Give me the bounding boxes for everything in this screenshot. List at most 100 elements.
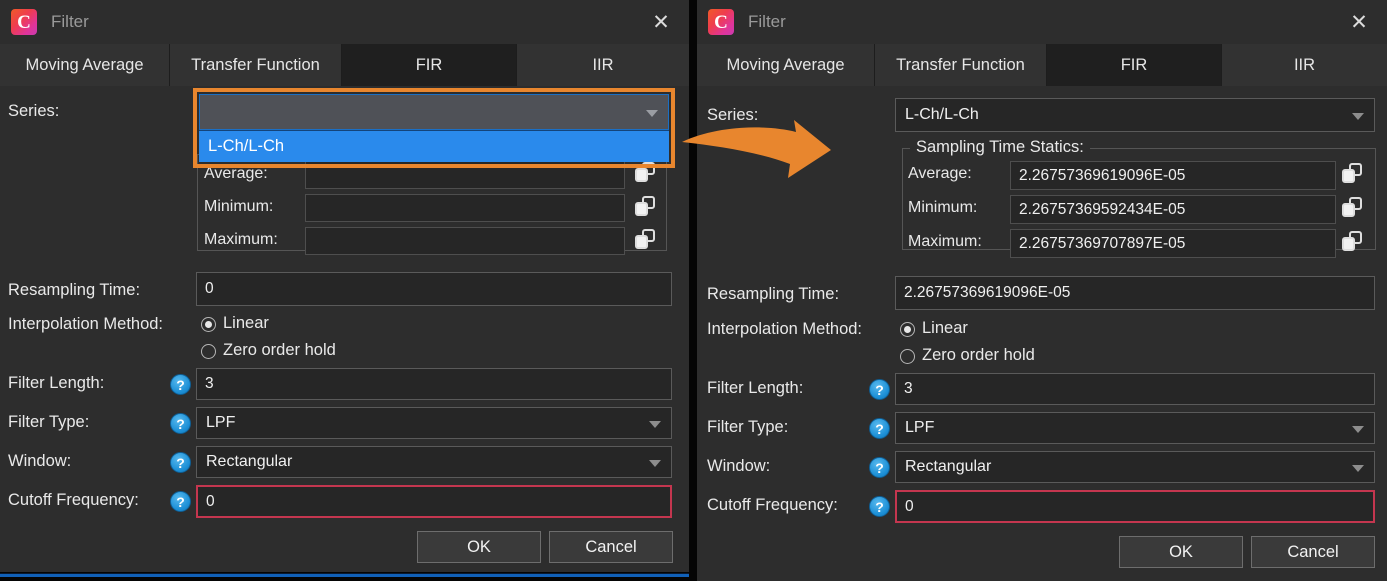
tab-moving-average[interactable]: Moving Average	[697, 44, 875, 86]
tab-bar: Moving Average Transfer Function FIR IIR	[0, 44, 689, 86]
window-label: Window:	[8, 452, 72, 470]
chevron-down-icon[interactable]	[649, 421, 661, 428]
series-value: L-Ch/L-Ch	[905, 106, 979, 123]
window-value: Rectangular	[206, 453, 293, 470]
ok-button[interactable]: OK	[417, 531, 541, 563]
filter-type-combobox[interactable]: LPF	[196, 407, 672, 439]
average-label: Average:	[204, 165, 268, 182]
radio-zero-order-hold-label[interactable]: Zero order hold	[223, 341, 336, 360]
help-icon-cutoff-frequency[interactable]: ?	[869, 496, 890, 517]
tab-fir[interactable]: FIR	[1047, 44, 1222, 86]
resampling-time-input[interactable]: 2.26757369619096E-05	[895, 276, 1375, 310]
filter-type-value: LPF	[905, 419, 935, 436]
help-icon-cutoff-frequency[interactable]: ?	[170, 491, 191, 512]
app-logo-icon: C	[708, 9, 734, 35]
average-field[interactable]	[305, 161, 625, 189]
cancel-button[interactable]: Cancel	[549, 531, 673, 563]
minimum-field[interactable]	[305, 194, 625, 222]
interpolation-method-label: Interpolation Method:	[707, 320, 863, 338]
filter-length-input[interactable]: 3	[196, 368, 672, 400]
filter-type-combobox[interactable]: LPF	[895, 412, 1375, 444]
filter-type-value: LPF	[206, 414, 236, 431]
radio-zero-order-hold[interactable]	[201, 344, 216, 359]
window-label: Window:	[707, 457, 771, 475]
ok-button[interactable]: OK	[1119, 536, 1243, 568]
chevron-down-icon[interactable]	[649, 460, 661, 467]
cutoff-frequency-input[interactable]: 0	[895, 490, 1375, 523]
radio-zero-order-hold-label[interactable]: Zero order hold	[922, 346, 1035, 365]
window-bottom-edge	[0, 573, 689, 577]
radio-linear-label[interactable]: Linear	[223, 314, 269, 333]
window-title: Filter	[51, 12, 89, 31]
maximum-field[interactable]	[305, 227, 625, 255]
average-label: Average:	[908, 165, 972, 182]
filter-type-label: Filter Type:	[707, 418, 789, 436]
tab-transfer-function[interactable]: Transfer Function	[170, 44, 342, 86]
window-title: Filter	[748, 12, 786, 31]
tab-transfer-function[interactable]: Transfer Function	[875, 44, 1047, 86]
maximum-label: Maximum:	[908, 233, 982, 250]
window-value: Rectangular	[905, 458, 992, 475]
series-label: Series:	[8, 102, 60, 120]
series-combobox-open[interactable]	[199, 94, 669, 130]
cutoff-frequency-label: Cutoff Frequency:	[8, 491, 139, 509]
interpolation-method-label: Interpolation Method:	[8, 315, 164, 333]
copy-icon-minimum[interactable]	[1342, 197, 1362, 217]
dialog-body: Series: Average: Minimum: Maximum: Resam…	[0, 86, 689, 572]
average-field[interactable]: 2.26757369619096E-05	[1010, 161, 1336, 190]
copy-icon-average[interactable]	[1342, 163, 1362, 183]
minimum-label: Minimum:	[204, 198, 274, 215]
sampling-time-statics-label: Sampling Time Statics:	[910, 138, 1090, 157]
cutoff-frequency-label: Cutoff Frequency:	[707, 496, 838, 514]
tab-iir[interactable]: IIR	[517, 44, 689, 86]
filter-length-label: Filter Length:	[8, 374, 105, 392]
help-icon-filter-type[interactable]: ?	[869, 418, 890, 439]
maximum-field[interactable]: 2.26757369707897E-05	[1010, 229, 1336, 258]
resampling-time-label: Resampling Time:	[8, 281, 141, 299]
help-icon-filter-length[interactable]: ?	[170, 374, 191, 395]
series-option-l-ch[interactable]: L-Ch/L-Ch	[199, 130, 669, 162]
help-icon-filter-type[interactable]: ?	[170, 413, 191, 434]
title-bar: C Filter ✕	[697, 0, 1387, 44]
minimum-label: Minimum:	[908, 199, 978, 216]
chevron-down-icon[interactable]	[1352, 113, 1364, 120]
tab-moving-average[interactable]: Moving Average	[0, 44, 170, 86]
cutoff-frequency-input[interactable]: 0	[196, 485, 672, 518]
resampling-time-input[interactable]: 0	[196, 272, 672, 306]
help-icon-window[interactable]: ?	[869, 457, 890, 478]
tab-iir[interactable]: IIR	[1222, 44, 1387, 86]
close-icon[interactable]: ✕	[633, 0, 689, 44]
radio-linear-label[interactable]: Linear	[922, 319, 968, 338]
screenshot-root: C Filter ✕ Moving Average Transfer Funct…	[0, 0, 1387, 581]
radio-linear[interactable]	[900, 322, 915, 337]
filter-type-label: Filter Type:	[8, 413, 90, 431]
copy-icon-average[interactable]	[635, 162, 655, 182]
tab-bar: Moving Average Transfer Function FIR IIR	[697, 44, 1387, 86]
tab-fir[interactable]: FIR	[342, 44, 517, 86]
window-combobox[interactable]: Rectangular	[895, 451, 1375, 483]
chevron-down-icon[interactable]	[1352, 426, 1364, 433]
series-combobox[interactable]: L-Ch/L-Ch	[895, 98, 1375, 132]
filter-dialog-after: C Filter ✕ Moving Average Transfer Funct…	[697, 0, 1387, 581]
copy-icon-maximum[interactable]	[635, 229, 655, 249]
radio-linear[interactable]	[201, 317, 216, 332]
window-combobox[interactable]: Rectangular	[196, 446, 672, 478]
copy-icon-maximum[interactable]	[1342, 231, 1362, 251]
help-icon-window[interactable]: ?	[170, 452, 191, 473]
maximum-label: Maximum:	[204, 231, 278, 248]
filter-length-input[interactable]: 3	[895, 373, 1375, 405]
chevron-down-icon[interactable]	[1352, 465, 1364, 472]
filter-length-label: Filter Length:	[707, 379, 804, 397]
close-icon[interactable]: ✕	[1331, 0, 1387, 44]
chevron-down-icon[interactable]	[646, 110, 658, 117]
resampling-time-label: Resampling Time:	[707, 285, 840, 303]
minimum-field[interactable]: 2.26757369592434E-05	[1010, 195, 1336, 224]
radio-zero-order-hold[interactable]	[900, 349, 915, 364]
cancel-button[interactable]: Cancel	[1251, 536, 1375, 568]
filter-dialog-before: C Filter ✕ Moving Average Transfer Funct…	[0, 0, 689, 572]
annotation-arrow-icon	[682, 120, 831, 178]
app-logo-icon: C	[11, 9, 37, 35]
help-icon-filter-length[interactable]: ?	[869, 379, 890, 400]
copy-icon-minimum[interactable]	[635, 196, 655, 216]
title-bar: C Filter ✕	[0, 0, 689, 44]
